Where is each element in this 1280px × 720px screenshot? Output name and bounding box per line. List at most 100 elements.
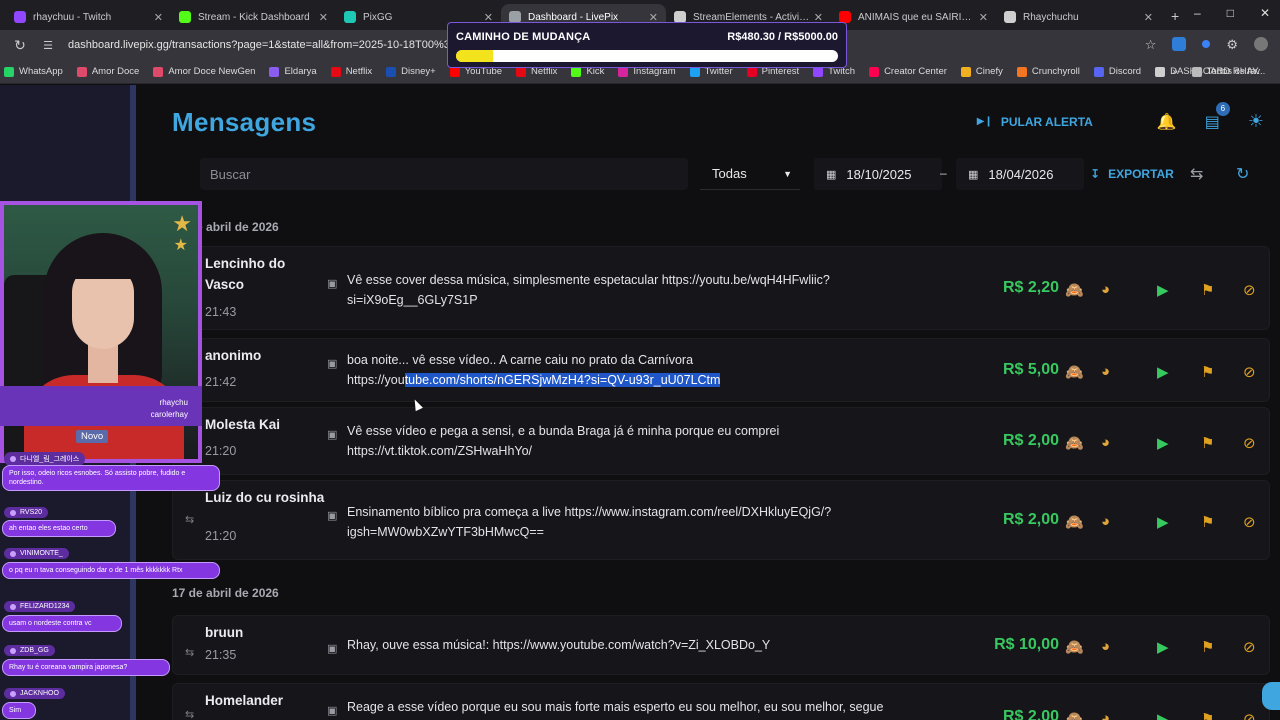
- media-icon[interactable]: ◕: [1101, 363, 1110, 380]
- chat-message: ah entao eles estao certo: [2, 520, 116, 537]
- block-icon[interactable]: ⊘: [1243, 363, 1256, 381]
- minimize-icon[interactable]: –: [1194, 6, 1201, 20]
- tab-close-icon[interactable]: ✕: [319, 11, 328, 24]
- tab-label: Stream - Kick Dashboard: [198, 11, 310, 23]
- date-to-value: 18/04/2026: [988, 166, 1054, 182]
- replay-arrows-icon[interactable]: ⇆: [185, 513, 194, 526]
- date-to-field[interactable]: ▦ 18/04/2026: [956, 158, 1084, 190]
- block-icon[interactable]: ⊘: [1243, 281, 1256, 299]
- bookmark-item[interactable]: Amor Doce NewGen: [153, 66, 255, 77]
- message-row: ⇆Lencinho do Vasco21:43▣Vê esse cover de…: [172, 246, 1270, 330]
- tab-close-icon[interactable]: ✕: [1144, 11, 1153, 24]
- replay-arrows-icon[interactable]: ⇆: [185, 708, 194, 720]
- chat-username-text: FELIZARD1234: [20, 603, 70, 610]
- chat-username-text: VINIMONTE_: [20, 550, 63, 557]
- media-icon[interactable]: ◕: [1101, 281, 1110, 298]
- theme-sun-icon[interactable]: ☀: [1248, 111, 1264, 132]
- play-icon[interactable]: ▶: [1157, 710, 1169, 720]
- tab-favicon-icon: [179, 11, 191, 23]
- sync-icon[interactable]: ⇆: [1190, 164, 1203, 184]
- tab-label: Rhaychuchu: [1023, 11, 1079, 23]
- queue-icon[interactable]: ▤ 6: [1205, 101, 1230, 132]
- bookmark-item[interactable]: Discord: [1093, 66, 1141, 77]
- tts-icon[interactable]: 🙈: [1065, 638, 1084, 656]
- play-icon[interactable]: ▶: [1157, 638, 1169, 656]
- bookmarks-more-icon[interactable]: »: [1172, 66, 1177, 77]
- all-favorites-folder[interactable]: Todos os fav: [1191, 66, 1260, 77]
- extension-icon[interactable]: [1202, 40, 1211, 48]
- bookmark-item[interactable]: Eldarya: [269, 66, 317, 77]
- bookmark-item[interactable]: Disney+: [386, 66, 436, 77]
- play-icon[interactable]: ▶: [1157, 513, 1169, 531]
- browser-tab[interactable]: ANIMAIS que eu SAIRIA NA P ✕: [831, 4, 996, 30]
- media-icon[interactable]: ◕: [1101, 638, 1110, 655]
- flag-icon[interactable]: ⚑: [1201, 513, 1214, 531]
- block-icon[interactable]: ⊘: [1243, 434, 1256, 452]
- bell-icon[interactable]: 🔔: [1157, 112, 1177, 132]
- flag-icon[interactable]: ⚑: [1201, 434, 1214, 452]
- extensions-puzzle-icon[interactable]: ⚙: [1226, 37, 1238, 53]
- block-icon[interactable]: ⊘: [1243, 710, 1256, 720]
- new-tab-button[interactable]: +: [1171, 8, 1179, 24]
- tts-icon[interactable]: 🙈: [1065, 281, 1084, 299]
- download-extension-icon[interactable]: [1172, 37, 1187, 51]
- message-icon: ▣: [327, 278, 338, 290]
- bookmark-favicon-icon: [813, 66, 824, 77]
- flag-icon[interactable]: ⚑: [1201, 363, 1214, 381]
- play-icon[interactable]: ▶: [1157, 363, 1169, 381]
- replay-arrows-icon[interactable]: ⇆: [185, 646, 194, 659]
- bookmark-item[interactable]: Netflix: [330, 66, 372, 77]
- donation-time: 21:35: [205, 648, 237, 662]
- bookmark-item[interactable]: Crunchyroll: [1016, 66, 1080, 77]
- bookmark-star-icon[interactable]: ☆: [1145, 37, 1157, 53]
- browser-tab[interactable]: Stream - Kick Dashboard ✕: [171, 4, 336, 30]
- chat-username-text: ZDB_GG: [20, 647, 49, 654]
- bookmark-favicon-icon: [1093, 66, 1104, 77]
- site-info-icon[interactable]: ☰: [40, 39, 56, 52]
- bookmark-favicon-icon: [869, 66, 880, 77]
- state-select[interactable]: Todas ▼: [700, 158, 800, 190]
- goal-title: CAMINHO DE MUDANÇA: [456, 31, 591, 43]
- flag-icon[interactable]: ⚑: [1201, 281, 1214, 299]
- refresh-icon[interactable]: ↻: [1236, 164, 1249, 184]
- bookmark-item[interactable]: WhatsApp: [4, 66, 63, 77]
- chat-message: usam o nordeste contra vc: [2, 615, 122, 632]
- date-from-field[interactable]: ▦ 18/10/2025: [814, 158, 942, 190]
- bookmark-item[interactable]: Creator Center: [869, 66, 947, 77]
- maximize-icon[interactable]: □: [1227, 6, 1234, 20]
- browser-tab[interactable]: Rhaychuchu ✕: [996, 4, 1161, 30]
- search-placeholder: Buscar: [210, 166, 251, 182]
- chat-username: ZDB_GG: [4, 645, 55, 656]
- export-button[interactable]: ↧ EXPORTAR: [1090, 158, 1174, 190]
- media-icon[interactable]: ◕: [1101, 710, 1110, 720]
- tts-icon[interactable]: 🙈: [1065, 363, 1084, 381]
- tts-icon[interactable]: 🙈: [1065, 434, 1084, 452]
- profile-avatar[interactable]: [1254, 37, 1268, 51]
- browser-tab[interactable]: rhaychuu - Twitch ✕: [6, 4, 171, 30]
- flag-icon[interactable]: ⚑: [1201, 638, 1214, 656]
- block-icon[interactable]: ⊘: [1243, 513, 1256, 531]
- tab-close-icon[interactable]: ✕: [154, 11, 163, 24]
- chat-widget-button[interactable]: [1262, 682, 1280, 710]
- flag-icon[interactable]: ⚑: [1201, 710, 1214, 720]
- media-icon[interactable]: ◕: [1101, 513, 1110, 530]
- media-icon[interactable]: ◕: [1101, 434, 1110, 451]
- play-icon[interactable]: ▶: [1157, 434, 1169, 452]
- block-icon[interactable]: ⊘: [1243, 638, 1256, 656]
- donor-name: Molesta Kai: [205, 417, 281, 432]
- tts-icon[interactable]: 🙈: [1065, 710, 1084, 720]
- message-text: Vê esse cover dessa música, simplesmente…: [347, 273, 830, 307]
- new-label: Novo: [76, 430, 109, 443]
- star-icon: ★: [173, 237, 188, 254]
- bookmark-item[interactable]: Cinefy: [960, 66, 1003, 77]
- play-icon[interactable]: ▶: [1157, 281, 1169, 299]
- tab-close-icon[interactable]: ✕: [979, 11, 988, 24]
- search-input[interactable]: Buscar: [200, 158, 688, 190]
- instagram-handle: rhaychu: [159, 398, 188, 407]
- url-field[interactable]: dashboard.livepix.gg/transactions?page=1…: [68, 39, 493, 51]
- close-window-icon[interactable]: ✕: [1260, 6, 1270, 20]
- skip-alert-button[interactable]: ▶❙ PULAR ALERTA: [977, 115, 1093, 129]
- bookmark-item[interactable]: Amor Doce: [76, 66, 139, 77]
- reload-icon[interactable]: ↻: [12, 37, 28, 54]
- tts-icon[interactable]: 🙈: [1065, 513, 1084, 531]
